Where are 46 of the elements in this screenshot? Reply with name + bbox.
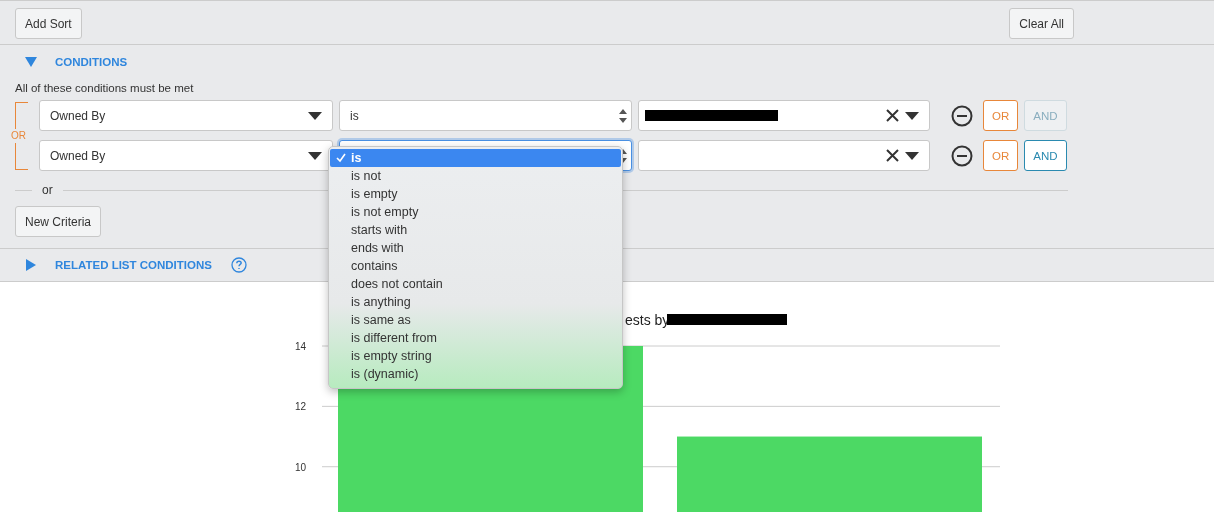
check-icon	[336, 153, 346, 163]
help-icon[interactable]	[230, 257, 247, 273]
menu-item[interactable]: is empty	[330, 185, 621, 203]
toolbar-button[interactable]: Add Sort	[15, 8, 82, 39]
select-value: Owned By	[50, 108, 106, 123]
axis-tick-label: 10	[294, 461, 306, 473]
clear-icon[interactable]	[886, 109, 899, 122]
menu-item[interactable]: contains	[330, 257, 621, 275]
bracket-line	[15, 143, 28, 170]
menu-item[interactable]: is empty string	[330, 347, 621, 365]
menu-item[interactable]: is not	[330, 167, 621, 185]
value-field[interactable]	[638, 140, 930, 171]
menu-item[interactable]: is anything	[330, 293, 621, 311]
axis-tick-label: 14	[294, 341, 306, 352]
remove-icon[interactable]	[951, 104, 973, 127]
conditions-hint: All of these conditions must be met	[15, 82, 195, 94]
collapse-triangle-icon[interactable]	[25, 259, 37, 271]
select-value: is	[350, 108, 359, 123]
field-select[interactable]: Owned By	[39, 140, 333, 171]
new-criteria-button[interactable]: New Criteria	[15, 206, 101, 237]
expand-triangle-icon[interactable]	[25, 56, 37, 68]
menu-item[interactable]: is	[330, 149, 621, 167]
select-value: Owned By	[50, 148, 106, 163]
bracket-line	[15, 102, 28, 129]
menu-item[interactable]: is same as	[330, 311, 621, 329]
spinner-icon	[619, 108, 627, 123]
caret-icon	[905, 151, 919, 160]
separator-label: or	[42, 183, 53, 197]
value-field[interactable]	[638, 100, 930, 131]
menu-item[interactable]: is not empty	[330, 203, 621, 221]
operator-select[interactable]: is	[339, 100, 632, 131]
caret-icon	[308, 151, 322, 160]
menu-item[interactable]: does not contain	[330, 275, 621, 293]
clear-icon[interactable]	[886, 149, 899, 162]
caret-icon	[308, 111, 322, 120]
menu-item[interactable]: is (dynamic)	[330, 365, 621, 383]
menu-item[interactable]: starts with	[330, 221, 621, 239]
toolbar-button[interactable]: Clear All	[1009, 8, 1074, 39]
menu-item[interactable]: ends with	[330, 239, 621, 257]
axis-tick-label: 12	[294, 401, 306, 413]
field-select[interactable]: Owned By	[39, 100, 333, 131]
group-label: OR	[11, 131, 26, 141]
and-button[interactable]: AND	[1024, 140, 1067, 171]
remove-icon[interactable]	[951, 144, 973, 167]
caret-icon	[905, 111, 919, 120]
menu-item[interactable]: is different from	[330, 329, 621, 347]
